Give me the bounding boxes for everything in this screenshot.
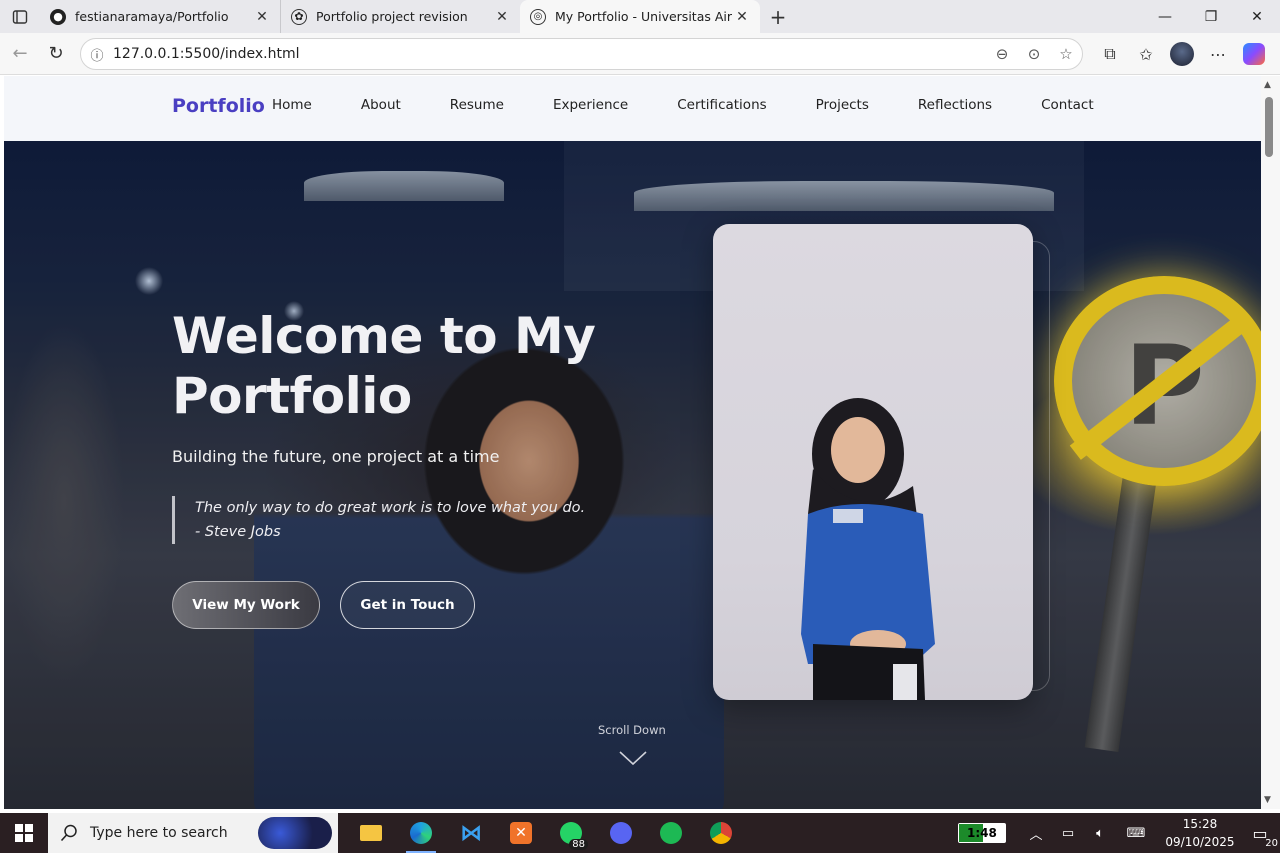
nav-link-contact[interactable]: Contact — [1041, 97, 1094, 113]
portrait-illustration — [801, 398, 935, 700]
address-bar[interactable]: ⓘ 127.0.0.1:5500/index.html ⊖ ⊙ ☆ — [80, 38, 1083, 70]
refresh-button[interactable]: ↻ — [38, 36, 74, 72]
vscode-icon: ⋈ — [460, 820, 482, 846]
taskbar-search[interactable]: Type here to search — [48, 813, 338, 853]
page-viewport: Portfolio Home About Resume Experience C… — [4, 76, 1261, 809]
favorite-star-icon[interactable]: ☆ — [1050, 45, 1082, 63]
volume-icon[interactable]: 🔈︎ — [1084, 826, 1116, 841]
clock-date: 09/10/2025 — [1165, 835, 1235, 849]
close-window-icon[interactable]: ✕ — [1234, 0, 1280, 33]
hero-subtitle: Building the future, one project at a ti… — [172, 447, 500, 466]
favorites-icon[interactable]: ✩ — [1128, 37, 1164, 71]
close-tab-icon[interactable]: ✕ — [252, 9, 272, 25]
close-tab-icon[interactable]: ✕ — [732, 9, 752, 25]
get-in-touch-button[interactable]: Get in Touch — [340, 581, 475, 629]
notification-count: 20 — [1265, 837, 1278, 849]
scroll-up-arrow-icon[interactable]: ▲ — [1264, 80, 1271, 90]
battery-indicator[interactable]: 1:48 — [958, 823, 1006, 843]
nav-link-projects[interactable]: Projects — [816, 97, 869, 113]
new-tab-button[interactable]: + — [760, 0, 796, 33]
nav-link-resume[interactable]: Resume — [450, 97, 504, 113]
minimize-icon[interactable]: — — [1142, 0, 1188, 33]
spotify-app[interactable] — [646, 813, 696, 853]
view-my-work-button[interactable]: View My Work — [172, 581, 320, 629]
search-highlight-image[interactable] — [258, 817, 332, 849]
github-icon: ● — [50, 8, 66, 25]
chrome-icon — [710, 822, 732, 844]
tab-actions-icon — [12, 9, 28, 24]
globe-icon: ◎ — [530, 8, 546, 25]
window-controls: — ❐ ✕ — [1142, 0, 1280, 33]
tab-title: My Portfolio - Universitas Airlangga — [555, 9, 732, 24]
battery-icon[interactable]: ▭ — [1052, 826, 1084, 841]
xampp-icon: ✕ — [510, 822, 532, 844]
discord-icon — [610, 822, 632, 844]
taskbar-clock[interactable]: 15:28 09/10/2025 — [1160, 815, 1240, 851]
site-info-icon[interactable]: ⓘ — [81, 45, 113, 64]
start-button[interactable] — [0, 813, 48, 853]
whatsapp-app[interactable]: 88 — [546, 813, 596, 853]
nav-link-reflections[interactable]: Reflections — [918, 97, 992, 113]
tab-chatgpt[interactable]: ✿ Portfolio project revision ✕ — [280, 0, 520, 33]
profile-avatar[interactable] — [1170, 42, 1194, 66]
scroll-down-label[interactable]: Scroll Down — [598, 723, 666, 737]
tab-portfolio[interactable]: ◎ My Portfolio - Universitas Airlangga ✕ — [520, 0, 760, 33]
windows-logo-icon — [15, 824, 33, 842]
keyboard-icon[interactable]: ⌨︎ — [1116, 826, 1156, 841]
xampp-app[interactable]: ✕ — [496, 813, 546, 853]
nav-link-experience[interactable]: Experience — [553, 97, 628, 113]
close-tab-icon[interactable]: ✕ — [492, 9, 512, 25]
chatgpt-icon: ✿ — [291, 8, 307, 25]
nav-link-home[interactable]: Home — [272, 97, 312, 113]
nav-link-about[interactable]: About — [361, 97, 401, 113]
hero-quote: The only way to do great work is to love… — [172, 496, 592, 544]
back-button[interactable]: ← — [2, 36, 38, 72]
site-brand[interactable]: Portfolio — [172, 95, 265, 117]
url-text[interactable]: 127.0.0.1:5500/index.html — [113, 46, 986, 62]
hero-section: P Welcome to My Portfolio Building the f… — [4, 141, 1261, 809]
tab-title: Portfolio project revision — [316, 9, 468, 24]
restore-icon[interactable]: ❐ — [1188, 0, 1234, 33]
search-placeholder: Type here to search — [90, 825, 228, 841]
scrollbar-thumb[interactable] — [1265, 97, 1273, 157]
page-scrollbar[interactable]: ▲ ▼ — [1261, 76, 1280, 809]
nav-link-certifications[interactable]: Certifications — [677, 97, 766, 113]
more-page-actions-icon[interactable]: ⊙ — [1018, 45, 1050, 63]
browser-tools: ⧉ ✩ ⋯ — [1092, 37, 1272, 71]
nav-links: Home About Resume Experience Certificati… — [272, 97, 1143, 113]
tab-strip: ● festianaramaya/Portfolio ✕ ✿ Portfolio… — [0, 0, 1280, 33]
folder-icon — [360, 825, 382, 841]
file-explorer-app[interactable] — [346, 813, 396, 853]
zoom-icon[interactable]: ⊖ — [986, 45, 1018, 63]
hero-overlay — [4, 141, 1261, 809]
settings-more-icon[interactable]: ⋯ — [1200, 37, 1236, 71]
tab-title: festianaramaya/Portfolio — [75, 9, 229, 24]
discord-app[interactable] — [596, 813, 646, 853]
extensions-icon[interactable]: ⧉ — [1092, 37, 1128, 71]
clock-time: 15:28 — [1182, 817, 1218, 831]
tab-actions-menu[interactable] — [0, 0, 40, 33]
profile-photo — [713, 224, 1033, 700]
site-navbar: Portfolio Home About Resume Experience C… — [4, 76, 1261, 141]
copilot-icon[interactable] — [1243, 43, 1265, 65]
hero-title: Welcome to My Portfolio — [172, 307, 596, 425]
edge-app[interactable] — [396, 813, 446, 853]
tab-github[interactable]: ● festianaramaya/Portfolio ✕ — [40, 0, 280, 33]
vscode-app[interactable]: ⋈ — [446, 813, 496, 853]
show-hidden-icons-chevron-icon[interactable]: ︿ — [1020, 824, 1052, 843]
whatsapp-badge: 88 — [569, 839, 588, 850]
notifications-button[interactable]: ▭ 20 — [1240, 824, 1280, 849]
address-toolbar: ← ↻ ⓘ 127.0.0.1:5500/index.html ⊖ ⊙ ☆ ⧉ … — [0, 33, 1280, 75]
scroll-down-arrow-icon[interactable]: ▼ — [1264, 795, 1271, 805]
windows-taskbar: Type here to search ⋈ ✕ 88 1:48 ︿ ▭ 🔈︎ ⌨… — [0, 813, 1280, 853]
search-icon — [60, 824, 77, 842]
battery-label: 1:48 — [967, 826, 997, 840]
chevron-down-icon[interactable] — [618, 749, 648, 767]
edge-icon — [410, 822, 432, 844]
chrome-app[interactable] — [696, 813, 746, 853]
system-tray: 1:48 ︿ ▭ 🔈︎ ⌨︎ 15:28 09/10/2025 ▭ 20 — [958, 813, 1280, 853]
spotify-icon — [660, 822, 682, 844]
